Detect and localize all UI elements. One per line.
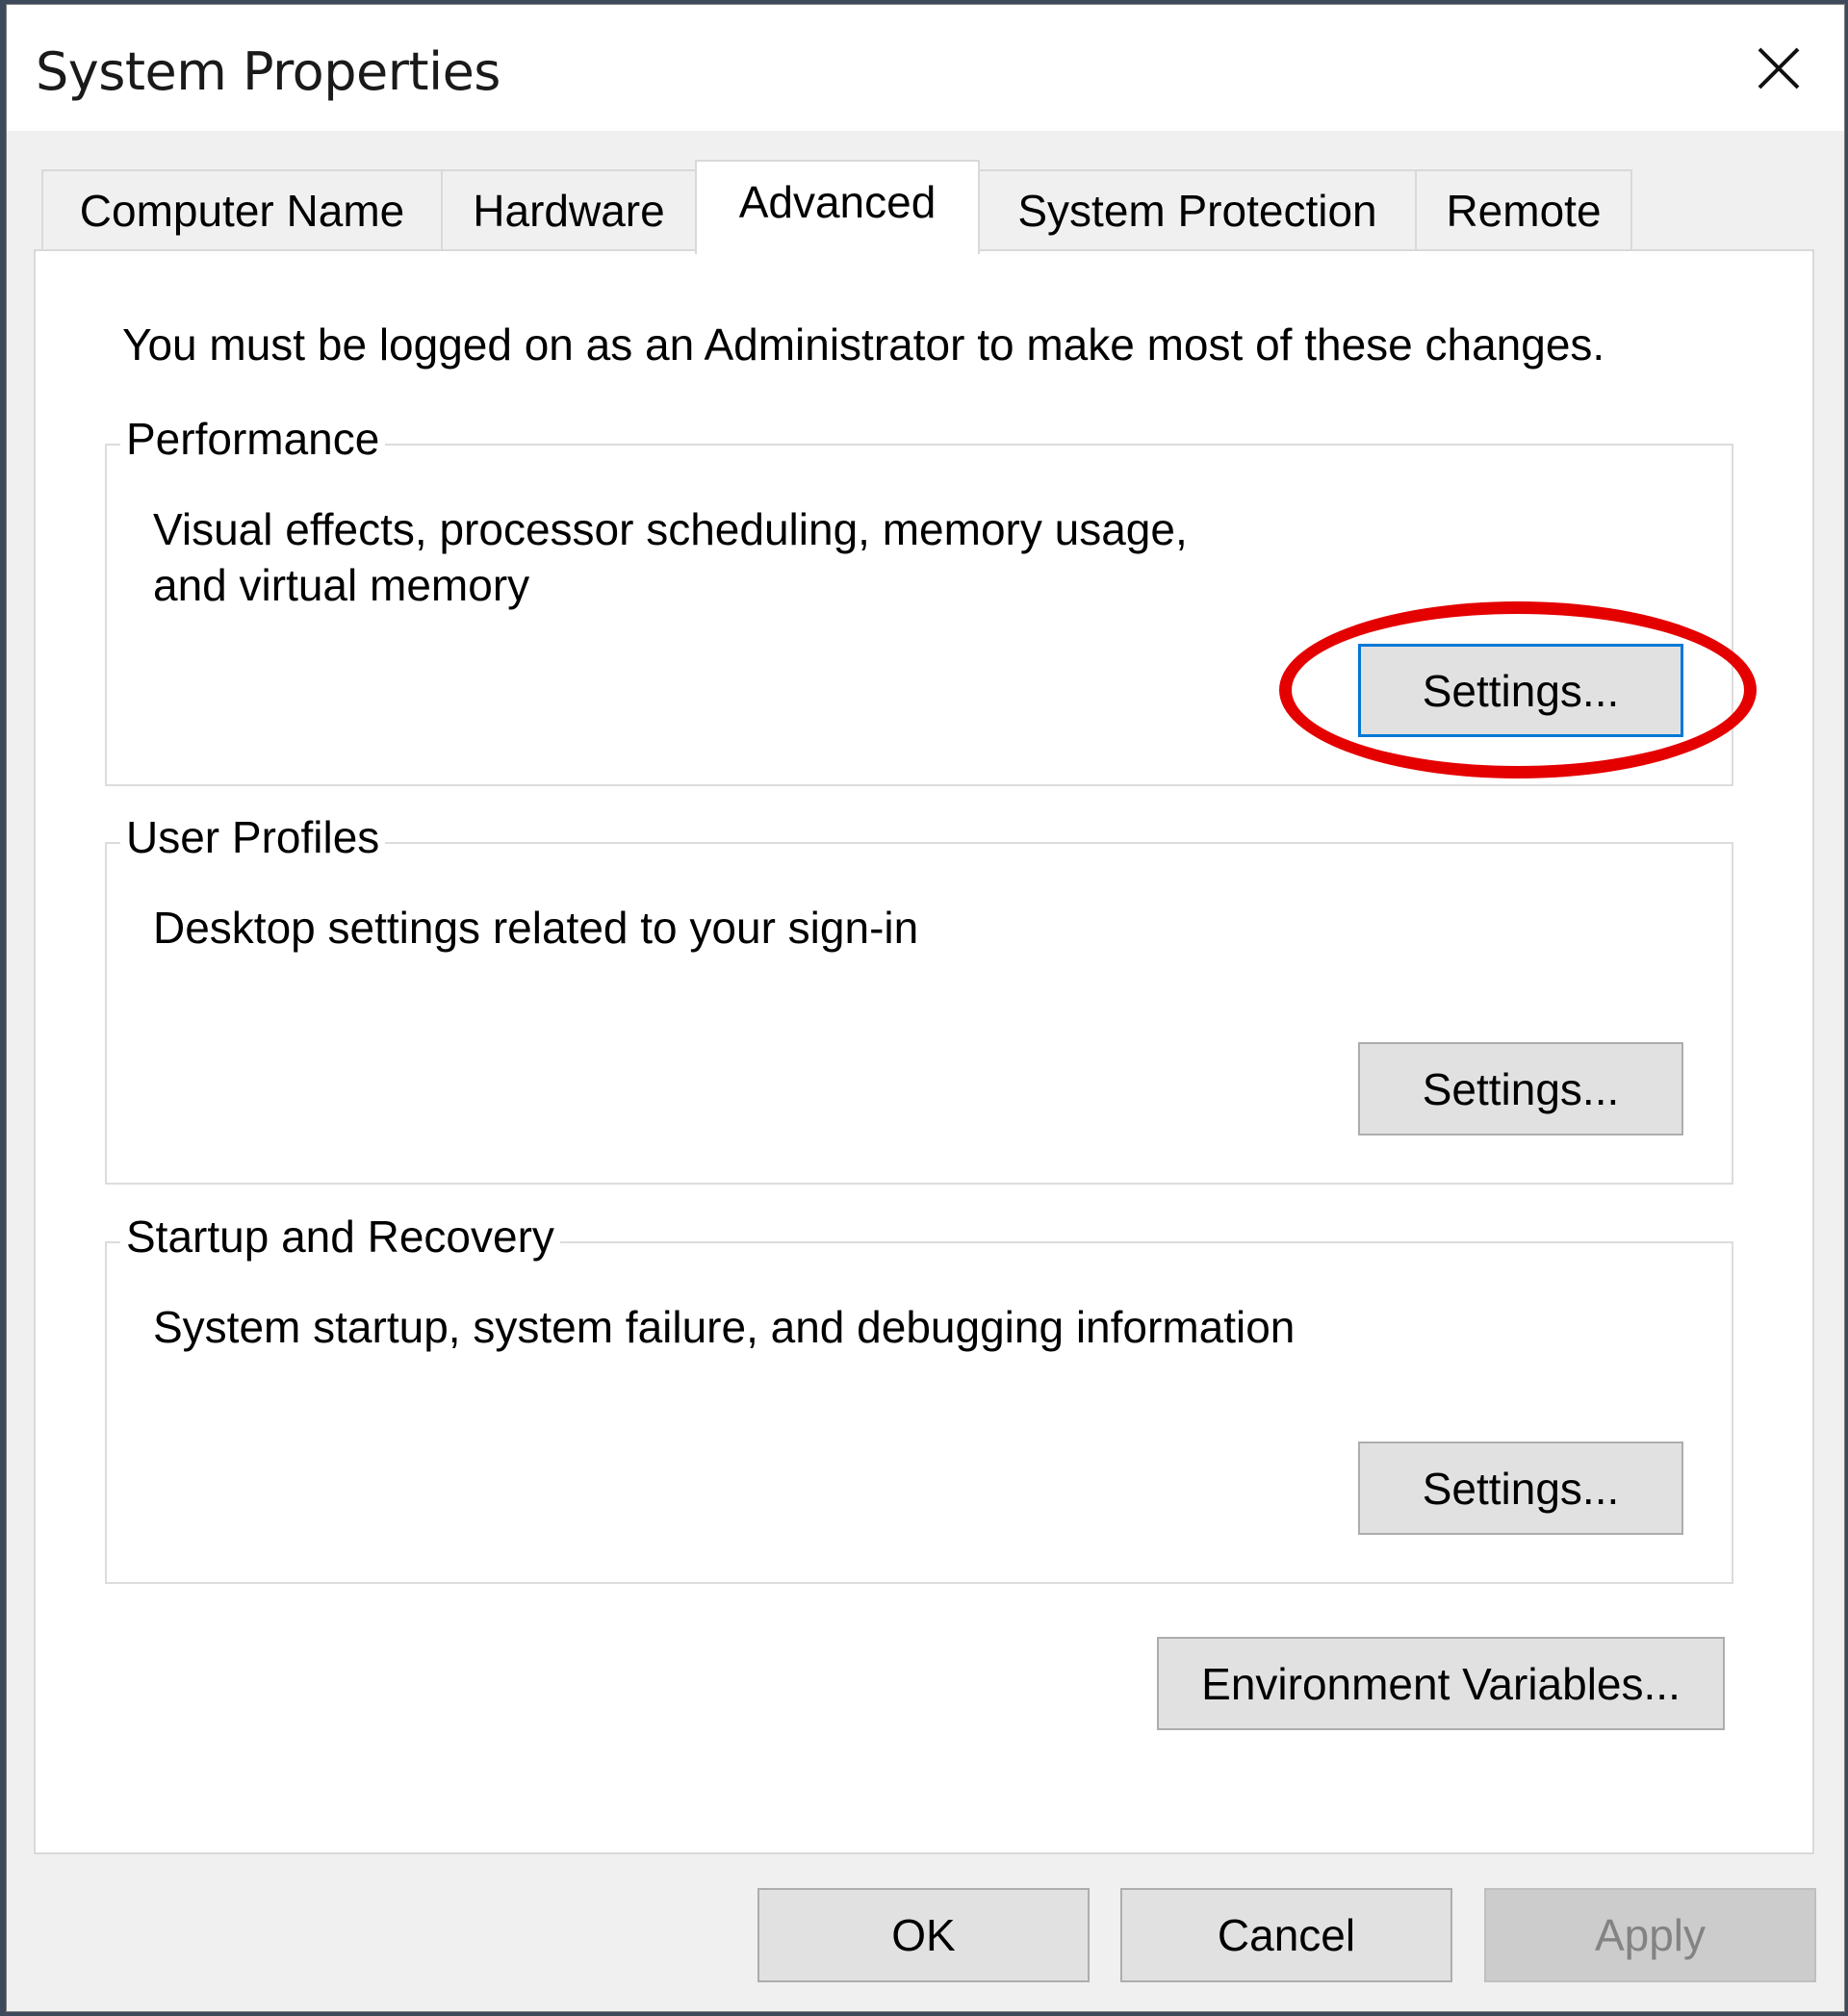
startup-recovery-legend: Startup and Recovery — [120, 1211, 560, 1263]
close-button[interactable] — [1750, 39, 1808, 97]
startup-recovery-description: System startup, system failure, and debu… — [153, 1302, 1296, 1352]
tab-advanced[interactable]: Advanced — [695, 160, 980, 254]
advanced-tab-panel: You must be logged on as an Administrato… — [34, 249, 1814, 1854]
title-bar: System Properties — [7, 5, 1844, 131]
user-profiles-description: Desktop settings related to your sign-in — [153, 903, 919, 953]
system-properties-dialog: System Properties Computer Name Hardware… — [6, 4, 1845, 2012]
tab-system-protection[interactable]: System Protection — [978, 169, 1417, 250]
cancel-button[interactable]: Cancel — [1120, 1888, 1452, 1982]
startup-recovery-group: Startup and Recovery System startup, sys… — [105, 1211, 1733, 1584]
user-profiles-settings-button[interactable]: Settings... — [1358, 1042, 1683, 1136]
tab-remote[interactable]: Remote — [1415, 169, 1632, 250]
window-title: System Properties — [36, 41, 500, 102]
user-profiles-group: User Profiles Desktop settings related t… — [105, 811, 1733, 1185]
performance-description: Visual effects, processor scheduling, me… — [153, 504, 1188, 610]
environment-variables-button[interactable]: Environment Variables... — [1157, 1637, 1725, 1730]
performance-legend: Performance — [120, 413, 386, 465]
tab-computer-name[interactable]: Computer Name — [41, 169, 443, 250]
admin-notice: You must be logged on as an Administrato… — [122, 319, 1605, 370]
performance-settings-button[interactable]: Settings... — [1358, 644, 1683, 737]
startup-recovery-settings-button[interactable]: Settings... — [1358, 1442, 1683, 1535]
tab-hardware[interactable]: Hardware — [441, 169, 697, 250]
user-profiles-legend: User Profiles — [120, 811, 386, 863]
ok-button[interactable]: OK — [757, 1888, 1090, 1982]
close-icon — [1758, 47, 1800, 89]
apply-button[interactable]: Apply — [1484, 1888, 1816, 1982]
performance-group: Performance Visual effects, processor sc… — [105, 413, 1733, 786]
